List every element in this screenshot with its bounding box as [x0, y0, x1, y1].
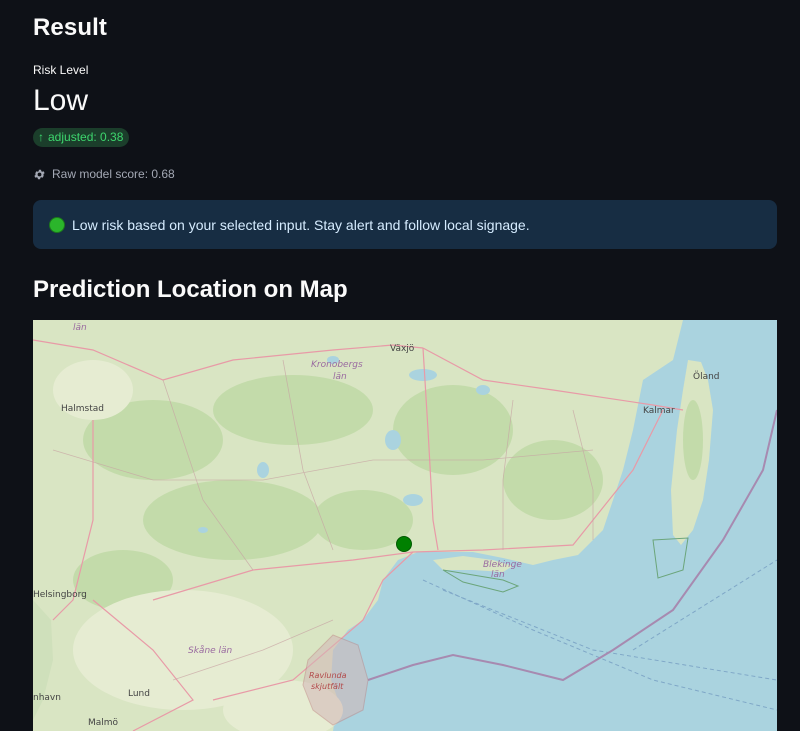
- map-label-helsingborg: Helsingborg: [33, 590, 87, 600]
- map-label-ravlunda: Ravlunda: [309, 671, 347, 680]
- map-label-skjutfalt: skjutfält: [311, 682, 344, 691]
- result-heading: Result: [33, 14, 107, 41]
- map-label-malmo: Malmö: [88, 718, 119, 728]
- map-label-skane: Skåne län: [188, 645, 233, 656]
- metric-delta-text: adjusted: 0.38: [48, 130, 124, 144]
- shipping-lanes: [422, 559, 777, 711]
- map-canvas[interactable]: län Växjö Kronobergs län Öland Halmstad …: [33, 320, 777, 731]
- map-label-blekinge-lan: län: [491, 570, 505, 580]
- green-circle-icon: [49, 216, 65, 233]
- map-label-lan-top: län: [73, 323, 87, 333]
- map-label-halmstad: Halmstad: [61, 404, 104, 414]
- map-view[interactable]: län Växjö Kronobergs län Öland Halmstad …: [33, 320, 777, 731]
- raw-score-text: Raw model score: 0.68: [52, 167, 175, 181]
- raw-score-caption: Raw model score: 0.68: [33, 167, 175, 181]
- map-label-vaxjo: Växjö: [390, 344, 415, 354]
- map-label-nhavn: nhavn: [33, 693, 61, 703]
- map-label-oland: Öland: [693, 371, 720, 382]
- risk-alert-message: Low risk based on your selected input. S…: [72, 216, 530, 233]
- map-label-blekinge: Blekinge: [483, 560, 522, 570]
- arrow-up-icon: ↑: [38, 130, 44, 144]
- blekinge-marine-area: [442, 569, 520, 593]
- map-label-kalmar: Kalmar: [643, 406, 675, 416]
- gear-icon: [34, 169, 45, 179]
- map-label-lund: Lund: [128, 689, 150, 699]
- map-label-kronobergs-lan: län: [333, 372, 347, 382]
- risk-alert: Low risk based on your selected input. S…: [33, 200, 777, 249]
- metric-value: Low: [33, 84, 89, 117]
- map-label-kronobergs: Kronobergs: [311, 360, 363, 370]
- metric-label: Risk Level: [33, 63, 89, 77]
- prediction-marker[interactable]: [396, 536, 412, 552]
- map-heading: Prediction Location on Map: [33, 276, 348, 303]
- metric-delta-badge: ↑ adjusted: 0.38: [33, 128, 130, 147]
- oland-marine-area: [652, 537, 689, 579]
